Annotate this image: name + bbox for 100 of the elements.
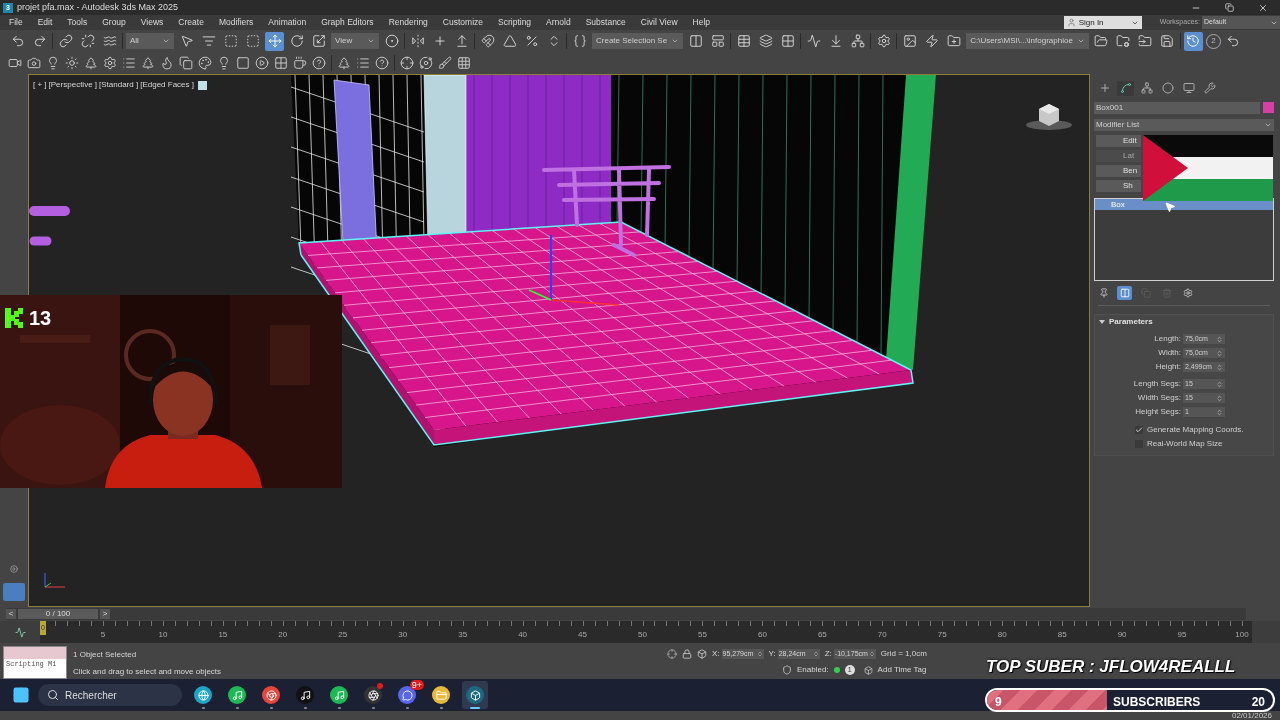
square-icon[interactable] xyxy=(236,56,250,70)
panel-tab[interactable] xyxy=(1180,80,1197,96)
modifier-dropdown[interactable]: Modifier List xyxy=(1094,119,1274,131)
checkbox[interactable] xyxy=(1135,426,1143,434)
menu-item[interactable]: Create xyxy=(178,16,204,29)
rollout-header[interactable]: Parameters xyxy=(1095,315,1153,328)
option-label: Real-World Map Size xyxy=(1147,438,1223,450)
checkbox-option[interactable]: Real-World Map Size xyxy=(1135,439,1273,449)
prompt-text: Click and drag to select and move objects xyxy=(73,666,223,678)
frame-counter[interactable]: 0 / 100 xyxy=(18,609,98,619)
sign-in-button[interactable]: Sign In xyxy=(1063,16,1142,29)
lock-icon[interactable] xyxy=(682,649,692,659)
grid-icon[interactable] xyxy=(457,56,471,70)
menu-item[interactable]: Group xyxy=(102,16,126,29)
search-field[interactable]: Rechercher xyxy=(38,684,182,706)
menu-item[interactable]: File xyxy=(9,16,23,29)
camera-icon[interactable] xyxy=(27,56,41,70)
app-icon xyxy=(469,689,481,701)
play-icon[interactable] xyxy=(10,565,18,573)
palette-icon[interactable] xyxy=(198,56,212,70)
tree-icon[interactable] xyxy=(141,56,155,70)
braces-icon xyxy=(572,34,587,48)
curve-icon xyxy=(806,34,821,48)
undo-icon xyxy=(1226,34,1241,48)
close-icon[interactable] xyxy=(1258,2,1268,13)
list-icon[interactable] xyxy=(122,56,136,70)
check-icon xyxy=(1135,426,1143,434)
folder-icon xyxy=(435,689,447,701)
viewport-label[interactable]: [Standard ] xyxy=(99,79,139,91)
cube-icon[interactable] xyxy=(863,665,873,675)
play-icon[interactable] xyxy=(255,56,269,70)
sun-icon[interactable] xyxy=(65,56,79,70)
tree-icon[interactable] xyxy=(84,56,98,70)
menu-item[interactable]: Civil View xyxy=(640,16,678,29)
download-icon xyxy=(828,34,843,48)
menu-item[interactable]: Customize xyxy=(442,16,483,29)
grid-icon[interactable] xyxy=(274,56,288,70)
viewport-swatch[interactable] xyxy=(198,80,207,90)
flame-icon[interactable] xyxy=(160,56,174,70)
modifier-button[interactable]: Edit xyxy=(1096,135,1141,147)
panel-tab[interactable] xyxy=(1138,80,1155,96)
gear-icon[interactable] xyxy=(103,56,117,70)
view-cube[interactable] xyxy=(1025,101,1073,131)
frame-number: 5 xyxy=(100,629,106,641)
modifier-button[interactable]: Ben xyxy=(1096,165,1141,177)
name-field[interactable]: Box001 xyxy=(1094,102,1260,114)
menu-item[interactable]: Edit xyxy=(37,16,53,29)
viewport-label[interactable]: [Perspective ] xyxy=(48,79,98,91)
option-label: Generate Mapping Coords. xyxy=(1147,424,1244,436)
list-icon[interactable] xyxy=(356,56,370,70)
menu-item[interactable]: Arnold xyxy=(546,16,571,29)
lightbulb-icon[interactable] xyxy=(217,56,231,70)
toolbar-button[interactable] xyxy=(56,31,75,51)
menu-item[interactable]: Tools xyxy=(67,16,88,29)
orbit-icon[interactable] xyxy=(419,56,433,70)
add-time-tag-link[interactable]: Add Time Tag xyxy=(877,664,927,676)
checkbox-option[interactable]: Generate Mapping Coords. xyxy=(1135,425,1273,435)
windows-icon[interactable] xyxy=(12,686,30,704)
frame-number: 85 xyxy=(1057,629,1067,641)
color-swatch[interactable] xyxy=(1263,102,1274,113)
shield-icon[interactable] xyxy=(782,665,792,675)
menu-item[interactable]: Graph Editors xyxy=(321,16,374,29)
panel-tab[interactable] xyxy=(1201,80,1218,96)
previous-frame-button[interactable]: < xyxy=(6,609,16,619)
cube-icon[interactable] xyxy=(697,649,707,659)
camera-icon[interactable] xyxy=(8,56,22,70)
scale-icon xyxy=(311,34,326,48)
toolbar-dropdown[interactable]: View xyxy=(331,33,379,49)
help-icon[interactable] xyxy=(375,56,389,70)
crosshair-icon[interactable] xyxy=(667,649,677,659)
crosshair-icon[interactable] xyxy=(400,56,414,70)
toolbar-dropdown[interactable]: Create Selection Se xyxy=(592,33,684,49)
toolbar-button[interactable] xyxy=(1183,31,1203,51)
toolbar-button[interactable] xyxy=(78,31,97,51)
tree-icon[interactable] xyxy=(337,56,351,70)
brush-icon[interactable] xyxy=(438,56,452,70)
toolbar-button[interactable] xyxy=(265,31,284,51)
panel-tab[interactable] xyxy=(1159,80,1176,96)
panel-tab[interactable] xyxy=(1117,80,1134,96)
restore-icon[interactable] xyxy=(1225,3,1234,12)
taskbar-app[interactable] xyxy=(462,681,488,709)
next-frame-button[interactable]: > xyxy=(100,609,110,619)
toolbar-dropdown[interactable]: C:\Users\MSI\...\infographioe xyxy=(966,33,1089,49)
menu-item[interactable]: Help xyxy=(692,16,710,29)
copy-icon[interactable] xyxy=(179,56,193,70)
curve-icon[interactable] xyxy=(14,626,26,638)
menu-item[interactable]: Scripting xyxy=(498,16,532,29)
menu-item[interactable]: Animation xyxy=(268,16,307,29)
toolbar-dropdown[interactable]: All xyxy=(126,33,174,49)
lightbulb-icon[interactable] xyxy=(46,56,60,70)
help-icon[interactable] xyxy=(312,56,326,70)
spinner-icon xyxy=(756,651,763,657)
modifier-button[interactable]: Sh xyxy=(1096,180,1141,192)
menu-item[interactable]: Rendering xyxy=(388,16,428,29)
viewport-label[interactable]: [ + ] xyxy=(33,79,47,91)
menu-item[interactable]: Modifiers xyxy=(218,16,254,29)
viewport-label[interactable]: [Edged Faces ] xyxy=(140,79,194,91)
menu-item[interactable]: Substance xyxy=(585,16,626,29)
menu-item[interactable]: Views xyxy=(140,16,164,29)
frame-number: 60 xyxy=(757,629,767,641)
